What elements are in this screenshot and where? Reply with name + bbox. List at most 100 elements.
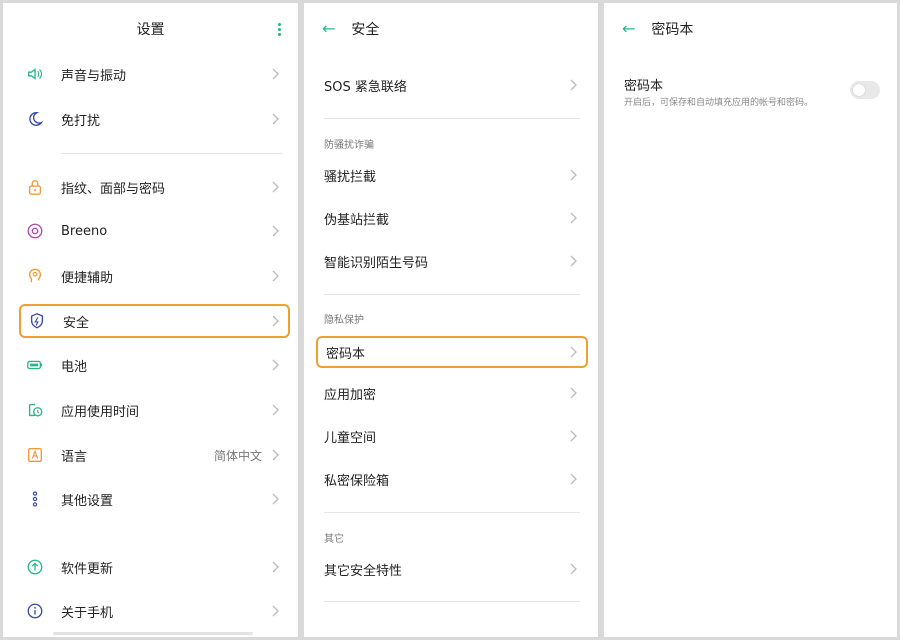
password-book-setting-desc: 开启后，可保存和自动填充应用的帐号和密码。 [624, 98, 814, 108]
password-book-header: ← 密码本 [604, 3, 897, 55]
chevron-right-icon [270, 404, 282, 416]
settings-item-sound[interactable]: 声音与振动 [19, 57, 288, 91]
security-item-label: 儿童空间 [324, 430, 377, 446]
page-title: 密码本 [651, 22, 694, 38]
chevron-right-icon [270, 605, 282, 617]
settings-item-label: 语言 [61, 449, 88, 465]
security-item-private-safe[interactable]: 私密保险箱 [316, 463, 586, 495]
settings-item-label: 指纹、面部与密码 [61, 181, 166, 197]
moon-icon [25, 109, 45, 129]
assist-icon [25, 266, 45, 286]
security-item-sos[interactable]: SOS 紧急联络 [316, 69, 586, 101]
page-title: 设置 [136, 22, 165, 38]
security-item-app-lock[interactable]: 应用加密 [316, 377, 586, 409]
divider [324, 118, 580, 119]
scrollbar[interactable] [53, 632, 253, 635]
settings-item-other[interactable]: 其他设置 [19, 482, 288, 516]
security-item-harassment-block[interactable]: 骚扰拦截 [316, 159, 586, 191]
chevron-right-icon [568, 169, 580, 181]
divider [324, 512, 580, 513]
chevron-right-icon [270, 270, 282, 282]
chevron-right-icon [568, 387, 580, 399]
security-item-label: 伪基站拦截 [324, 212, 390, 228]
password-book-panel: ← 密码本 密码本 开启后，可保存和自动填充应用的帐号和密码。 [604, 3, 897, 637]
section-header: 防骚扰诈骗 [324, 140, 374, 151]
security-header: ← 安全 [304, 3, 598, 55]
page-title: 安全 [351, 22, 380, 38]
settings-item-label: 安全 [63, 315, 90, 331]
settings-item-label: 免打扰 [61, 113, 101, 129]
more-options-icon[interactable] [278, 23, 282, 37]
password-book-setting-title: 密码本 [624, 79, 664, 94]
back-arrow-icon[interactable]: ← [322, 21, 335, 37]
settings-item-biometrics[interactable]: 指纹、面部与密码 [19, 170, 288, 204]
settings-item-language[interactable]: 语言 简体中文 [19, 438, 288, 472]
breeno-icon [25, 221, 45, 241]
security-item-unknown-number[interactable]: 智能识别陌生号码 [316, 245, 586, 277]
security-item-password-book[interactable]: 密码本 [316, 336, 588, 368]
settings-item-label: 关于手机 [61, 605, 114, 621]
security-item-label: 智能识别陌生号码 [324, 255, 429, 271]
password-book-toggle[interactable] [850, 81, 880, 99]
chevron-right-icon [270, 181, 282, 193]
language-icon [25, 445, 45, 465]
settings-item-battery[interactable]: 电池 [19, 348, 288, 382]
settings-item-label: 软件更新 [61, 561, 114, 577]
chevron-right-icon [270, 315, 282, 327]
settings-item-update[interactable]: 软件更新 [19, 550, 288, 584]
settings-item-security[interactable]: 安全 [19, 304, 290, 338]
info-icon [25, 601, 45, 621]
chevron-right-icon [568, 212, 580, 224]
chevron-right-icon [568, 346, 580, 358]
lock-icon [25, 177, 45, 197]
settings-header: 设置 [3, 3, 298, 55]
settings-item-label: Breeno [61, 223, 108, 239]
chevron-right-icon [568, 563, 580, 575]
back-arrow-icon[interactable]: ← [622, 21, 635, 37]
update-icon [25, 557, 45, 577]
settings-item-dnd[interactable]: 免打扰 [19, 102, 288, 136]
security-item-label: 应用加密 [324, 387, 377, 403]
toggle-knob [853, 84, 865, 96]
more-settings-icon [25, 489, 45, 509]
chevron-right-icon [568, 255, 580, 267]
security-item-kid-space[interactable]: 儿童空间 [316, 420, 586, 452]
screen-time-icon [25, 400, 45, 420]
speaker-icon [25, 64, 45, 84]
divider [61, 153, 282, 154]
settings-item-breeno[interactable]: Breeno [19, 214, 288, 248]
chevron-right-icon [270, 493, 282, 505]
security-item-label: SOS 紧急联络 [324, 79, 407, 95]
shield-icon [27, 311, 47, 331]
security-item-label: 私密保险箱 [324, 473, 390, 489]
chevron-right-icon [568, 473, 580, 485]
security-item-label: 其它安全特性 [324, 563, 403, 579]
chevron-right-icon [270, 113, 282, 125]
chevron-right-icon [568, 79, 580, 91]
security-panel: ← 安全 SOS 紧急联络 防骚扰诈骗 骚扰拦截 伪基站拦截 智能识别陌生号码 … [304, 3, 598, 637]
section-header: 其它 [324, 534, 344, 545]
section-header: 隐私保护 [324, 315, 364, 326]
security-item-label: 骚扰拦截 [324, 169, 377, 185]
divider [324, 601, 580, 602]
settings-item-label: 其他设置 [61, 493, 114, 509]
security-item-label: 密码本 [326, 346, 366, 362]
settings-item-screen-time[interactable]: 应用使用时间 [19, 393, 288, 427]
settings-item-assist[interactable]: 便捷辅助 [19, 259, 288, 293]
chevron-right-icon [270, 68, 282, 80]
chevron-right-icon [270, 359, 282, 371]
settings-item-label: 声音与振动 [61, 68, 127, 84]
security-item-fake-base-station[interactable]: 伪基站拦截 [316, 202, 586, 234]
settings-item-label: 应用使用时间 [61, 404, 140, 420]
chevron-right-icon [270, 449, 282, 461]
chevron-right-icon [568, 430, 580, 442]
chevron-right-icon [270, 561, 282, 573]
security-item-other-features[interactable]: 其它安全特性 [316, 553, 586, 585]
settings-panel: 设置 声音与振动 免打扰 指纹、面部与密码 Breeno 便捷辅助 安全 电池 … [3, 3, 298, 637]
language-value: 简体中文 [213, 448, 262, 463]
settings-item-about[interactable]: 关于手机 [19, 594, 288, 628]
chevron-right-icon [270, 225, 282, 237]
battery-icon [25, 355, 45, 375]
settings-item-label: 便捷辅助 [61, 270, 114, 286]
settings-item-label: 电池 [61, 359, 88, 375]
